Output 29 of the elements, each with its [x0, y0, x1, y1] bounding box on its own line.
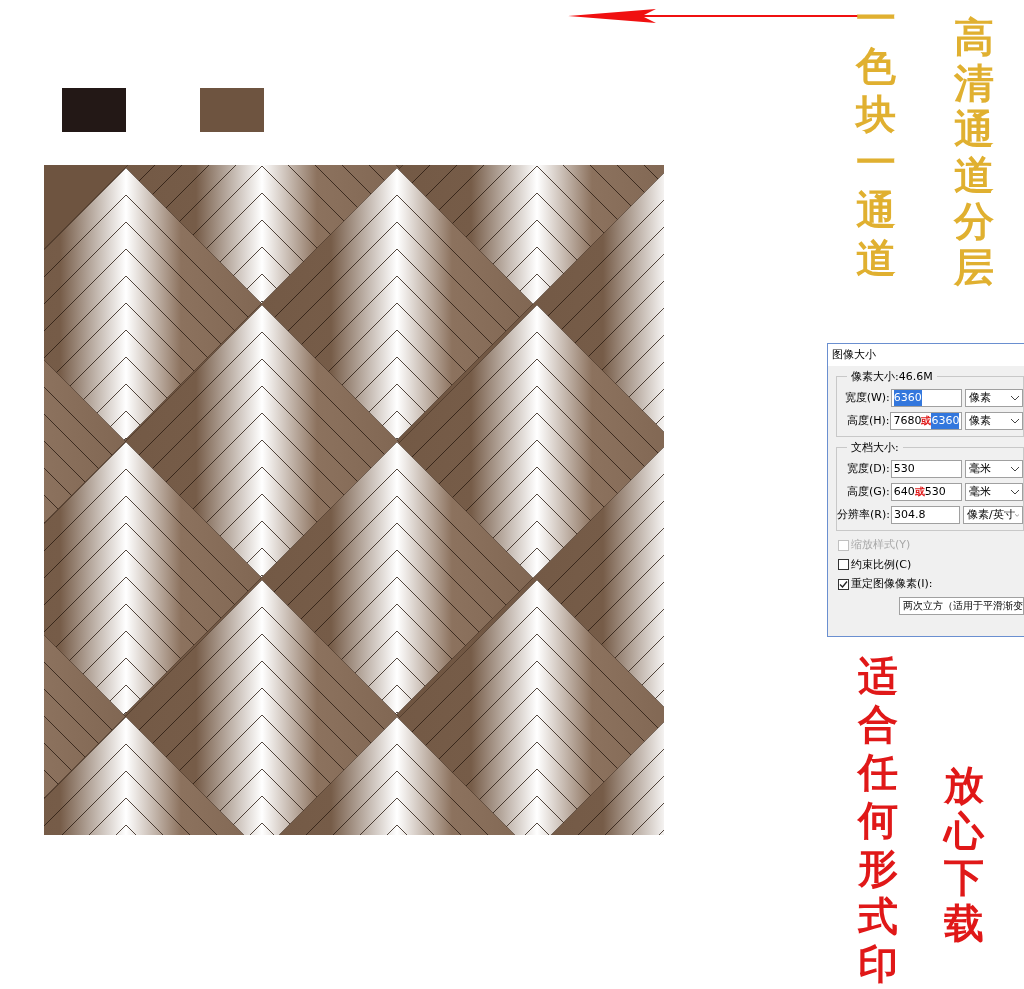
chevron-icon: [1014, 512, 1019, 518]
field-label: 高度(G):: [845, 483, 891, 500]
field-label: 分辨率(R):: [837, 506, 891, 523]
unit-select[interactable]: 毫米: [965, 460, 1023, 478]
resample-select[interactable]: 两次立方（适用于平滑渐变: [899, 596, 1024, 615]
chevron-icon: [1011, 418, 1019, 424]
input-field[interactable]: 304.8: [890, 506, 960, 524]
checkmark-icon: [839, 579, 848, 589]
unit-select[interactable]: 像素: [965, 389, 1023, 407]
unit-select[interactable]: 毫米: [965, 483, 1023, 501]
chevron-icon: [1011, 489, 1019, 495]
vertical-caption: 放心下载: [944, 762, 984, 946]
vertical-caption: 高清通道分层: [954, 14, 994, 290]
input-field[interactable]: 6360: [890, 389, 963, 407]
checkbox-option[interactable]: 约束比例(C): [838, 556, 1024, 573]
chevron-icon: [1011, 466, 1019, 472]
vertical-caption: 适合任何形式印: [858, 652, 898, 988]
field-label: 宽度(D):: [846, 460, 891, 477]
dialog-title: 图像大小: [828, 344, 1024, 366]
input-field[interactable]: 640或530: [890, 483, 963, 501]
vertical-caption: 一色块一通道: [856, 0, 896, 282]
input-field[interactable]: 530: [890, 460, 963, 478]
field-label: 高度(H):: [845, 412, 891, 429]
unit-select[interactable]: 像素/英寸: [963, 506, 1023, 524]
chevron-icon: [1011, 395, 1019, 401]
field-label: 宽度(W):: [843, 389, 891, 406]
checkbox-option[interactable]: 重定图像像素(I):: [838, 576, 1024, 593]
input-field[interactable]: 7680或6360: [890, 412, 963, 430]
unit-select[interactable]: 像素: [965, 412, 1023, 430]
